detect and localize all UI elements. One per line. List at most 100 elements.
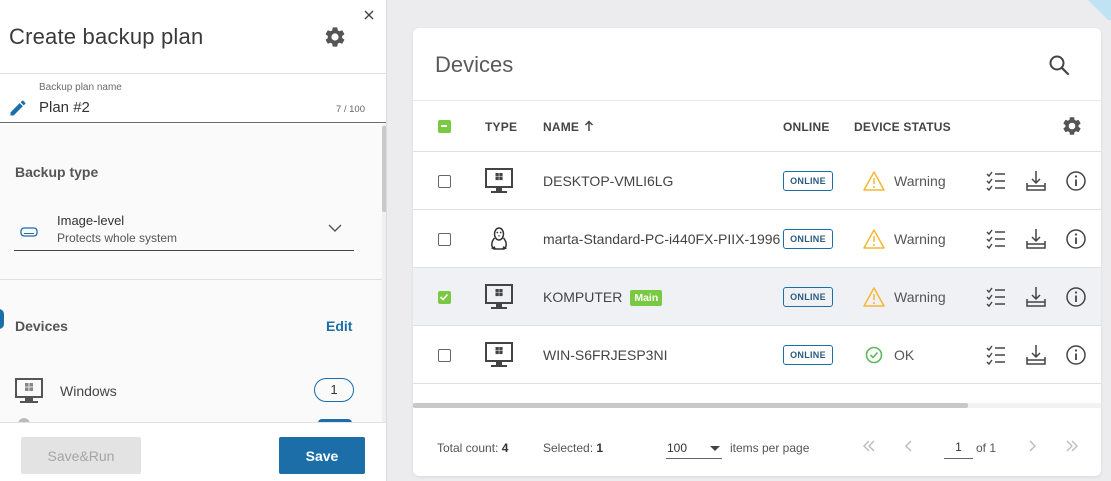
online-badge: ONLINE xyxy=(783,229,833,249)
info-icon[interactable] xyxy=(1064,285,1088,309)
next-page-icon[interactable] xyxy=(1024,438,1040,454)
column-type[interactable]: TYPE xyxy=(485,120,517,134)
devices-title: Devices xyxy=(435,52,514,77)
create-backup-plan-panel: Create backup plan Backup plan name Plan… xyxy=(0,0,387,481)
column-device-status[interactable]: DEVICE STATUS xyxy=(854,120,951,134)
monitor-windows-icon xyxy=(15,378,43,403)
backup-type-subtitle: Protects whole system xyxy=(57,231,178,245)
windows-device-icon xyxy=(485,168,513,193)
restore-download-icon[interactable] xyxy=(1024,227,1048,251)
backup-type-select[interactable]: Image-level Protects whole system xyxy=(14,211,354,251)
backup-type-label: Backup type xyxy=(15,164,99,180)
page-of-label: of 1 xyxy=(976,441,997,455)
device-status-text: Warning xyxy=(894,173,946,189)
os-item-count: 1 xyxy=(314,378,354,402)
restore-download-icon[interactable] xyxy=(1024,285,1048,309)
device-status-text: OK xyxy=(894,347,915,363)
backup-type-title: Image-level xyxy=(57,213,125,228)
panel-title: Create backup plan xyxy=(9,24,204,49)
pagination-bar: Total count: 4 Selected: 1 100 items per… xyxy=(413,423,1101,473)
plan-name-char-count: 7 / 100 xyxy=(335,104,365,115)
restore-download-icon[interactable] xyxy=(1024,169,1048,193)
selected-count-value: 1 xyxy=(596,441,604,455)
warning-icon xyxy=(863,287,885,307)
total-count: Total count: 4 xyxy=(437,441,508,455)
items-per-page-value: 100 xyxy=(667,441,688,455)
plans-list-icon[interactable] xyxy=(984,285,1008,309)
linux-device-icon xyxy=(491,227,507,250)
items-per-page-label: items per page xyxy=(730,441,810,455)
row-checkbox[interactable] xyxy=(438,233,451,246)
plan-settings-scroll-area: Backup type Image-level Protects whole s… xyxy=(0,124,386,422)
device-status-text: Warning xyxy=(894,289,946,305)
os-item-windows[interactable]: Windows 1 xyxy=(0,374,382,414)
table-row[interactable]: WIN-S6FRJESP3NI ONLINE OK xyxy=(413,326,1101,384)
row-checkbox[interactable] xyxy=(438,291,451,304)
first-page-icon[interactable] xyxy=(861,438,877,454)
online-badge: ONLINE xyxy=(783,171,833,191)
side-indicator xyxy=(0,309,4,329)
table-row[interactable]: marta-Standard-PC-i440FX-PIIX-1996 ONLIN… xyxy=(413,210,1101,268)
column-online[interactable]: ONLINE xyxy=(783,120,830,134)
plans-list-icon[interactable] xyxy=(984,227,1008,251)
close-icon[interactable] xyxy=(362,8,376,22)
selected-count-label: Selected: xyxy=(543,441,594,455)
info-icon[interactable] xyxy=(1064,227,1088,251)
device-status-text: Warning xyxy=(894,231,946,247)
total-count-label: Total count: xyxy=(437,441,499,455)
divider xyxy=(0,279,382,280)
panel-scrollbar-thumb[interactable] xyxy=(382,126,386,212)
previous-page-icon[interactable] xyxy=(901,438,917,454)
column-name[interactable]: NAME xyxy=(543,120,594,134)
plan-name-label: Backup plan name xyxy=(39,82,122,93)
selected-count: Selected: 1 xyxy=(543,441,603,455)
save-and-run-button[interactable]: Save&Run xyxy=(21,437,141,474)
device-name[interactable]: KOMPUTER Main xyxy=(543,289,663,306)
current-page-input[interactable]: 1 xyxy=(944,434,973,459)
column-name-label: NAME xyxy=(543,120,580,134)
os-item-label: Windows xyxy=(60,383,117,399)
ok-check-icon xyxy=(865,346,883,364)
online-badge: ONLINE xyxy=(783,345,833,365)
info-icon[interactable] xyxy=(1064,343,1088,367)
windows-device-icon xyxy=(485,284,513,309)
device-name[interactable]: marta-Standard-PC-i440FX-PIIX-1996 xyxy=(543,231,780,247)
row-checkbox[interactable] xyxy=(438,349,451,362)
drive-icon xyxy=(20,227,38,237)
sort-ascending-icon xyxy=(585,120,594,131)
caret-down-icon xyxy=(710,446,720,451)
online-badge: ONLINE xyxy=(783,287,833,307)
table-row[interactable]: KOMPUTER Main ONLINE Warning xyxy=(413,268,1101,326)
devices-card: Devices TYPE NAME ONLINE DEVICE STATUS D… xyxy=(413,28,1101,476)
plans-list-icon[interactable] xyxy=(984,343,1008,367)
device-name[interactable]: DESKTOP-VMLI6LG xyxy=(543,173,673,189)
total-count-value: 4 xyxy=(501,441,509,455)
chevron-down-icon xyxy=(328,224,342,232)
last-page-icon[interactable] xyxy=(1064,438,1080,454)
row-checkbox[interactable] xyxy=(438,175,451,188)
warning-icon xyxy=(863,229,885,249)
warning-icon xyxy=(863,171,885,191)
restore-download-icon[interactable] xyxy=(1024,343,1048,367)
devices-label: Devices xyxy=(15,318,68,334)
search-icon[interactable] xyxy=(1047,53,1071,77)
info-icon[interactable] xyxy=(1064,169,1088,193)
windows-device-icon xyxy=(485,342,513,367)
main-badge: Main xyxy=(630,290,663,306)
table-horizontal-scrollbar-thumb[interactable] xyxy=(413,403,968,408)
checkmark-icon xyxy=(439,293,449,301)
items-per-page-select[interactable]: 100 xyxy=(666,434,722,459)
plan-name-field[interactable]: Backup plan name Plan #2 7 / 100 xyxy=(0,75,386,123)
save-button[interactable]: Save xyxy=(279,437,365,474)
corner-accent xyxy=(1085,0,1111,20)
select-all-checkbox[interactable] xyxy=(438,120,451,133)
device-name[interactable]: WIN-S6FRJESP3NI xyxy=(543,347,667,363)
plans-list-icon[interactable] xyxy=(984,169,1008,193)
plan-name-value[interactable]: Plan #2 xyxy=(39,99,90,116)
settings-gear-icon[interactable] xyxy=(323,25,347,49)
device-name-text: KOMPUTER xyxy=(543,289,623,305)
table-row[interactable]: DESKTOP-VMLI6LG ONLINE Warning xyxy=(413,152,1101,210)
panel-header: Create backup plan xyxy=(0,0,386,74)
column-settings-gear-icon[interactable] xyxy=(1061,115,1083,137)
edit-devices-link[interactable]: Edit xyxy=(326,318,352,334)
